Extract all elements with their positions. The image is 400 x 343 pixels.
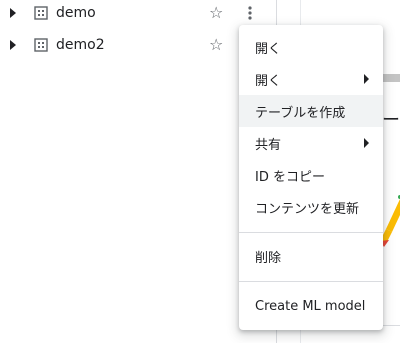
menu-item-copy-id[interactable]: ID をコピー bbox=[239, 159, 383, 191]
chevron-right-icon[interactable] bbox=[10, 40, 16, 50]
dataset-grid-icon bbox=[34, 38, 48, 52]
menu-item-share[interactable]: 共有 bbox=[239, 127, 383, 159]
pane-bottom-line bbox=[383, 325, 400, 326]
menu-item-label: 開く bbox=[255, 73, 282, 89]
menu-item-label: ID をコピー bbox=[255, 169, 325, 185]
menu-item-label: 削除 bbox=[255, 250, 282, 266]
star-outline-icon[interactable]: ☆ bbox=[209, 5, 223, 21]
star-outline-icon[interactable]: ☆ bbox=[209, 37, 223, 53]
more-vert-icon[interactable] bbox=[241, 4, 259, 22]
menu-item-label: 開く bbox=[255, 41, 282, 57]
menu-item-create-table[interactable]: テーブルを作成 bbox=[239, 95, 383, 127]
chevron-right-icon[interactable] bbox=[10, 8, 16, 18]
menu-divider bbox=[239, 232, 383, 233]
bigquery-explorer-screen: ー demo ☆ demo2 ☆ 開く 開く テーブルを作成 共有 ID をコピ… bbox=[0, 0, 400, 343]
menu-item-label: テーブルを作成 bbox=[255, 105, 346, 121]
dataset-grid-icon bbox=[34, 6, 48, 20]
dataset-context-menu: 開く 開く テーブルを作成 共有 ID をコピー コンテンツを更新 削除 Cre… bbox=[239, 25, 383, 330]
dataset-row-demo[interactable]: demo ☆ bbox=[0, 0, 276, 29]
placeholder-bar bbox=[383, 74, 400, 82]
pane-partial-text: ー bbox=[382, 110, 400, 131]
menu-divider bbox=[239, 281, 383, 282]
menu-item-label: コンテンツを更新 bbox=[255, 201, 360, 217]
dataset-row-demo2[interactable]: demo2 ☆ bbox=[0, 29, 276, 61]
submenu-arrow-icon bbox=[364, 74, 369, 84]
menu-item-delete[interactable]: 削除 bbox=[239, 240, 383, 272]
submenu-arrow-icon bbox=[364, 138, 369, 148]
menu-item-label: 共有 bbox=[255, 137, 282, 153]
menu-item-open-submenu[interactable]: 開く bbox=[239, 63, 383, 95]
dataset-name[interactable]: demo2 bbox=[56, 37, 105, 53]
menu-item-create-ml-model[interactable]: Create ML model bbox=[239, 290, 383, 322]
menu-item-open[interactable]: 開く bbox=[239, 31, 383, 63]
menu-item-label: Create ML model bbox=[255, 298, 366, 314]
dataset-name[interactable]: demo bbox=[56, 5, 96, 21]
menu-item-refresh-contents[interactable]: コンテンツを更新 bbox=[239, 191, 383, 223]
